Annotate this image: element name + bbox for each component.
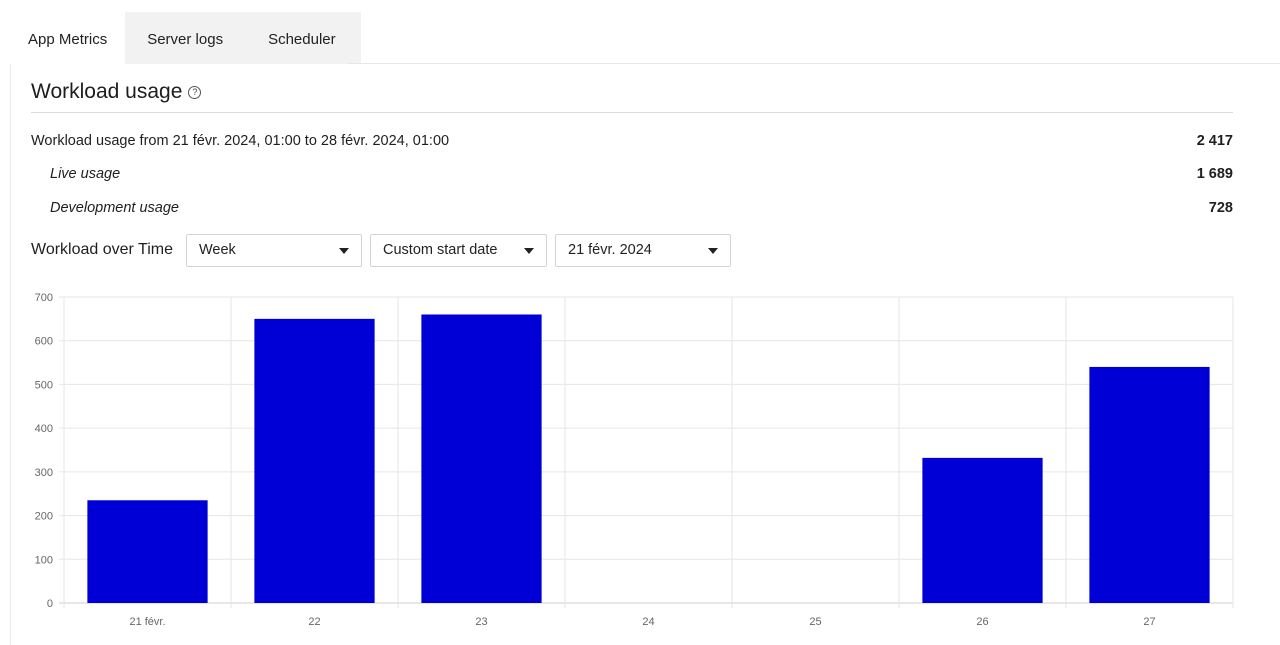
help-icon[interactable]: ? [188, 85, 202, 99]
caret-down-icon [339, 248, 349, 254]
period-select[interactable]: Week [186, 234, 362, 267]
bar[interactable] [1089, 366, 1210, 603]
x-tick-label: 26 [976, 616, 988, 628]
usage-summary-value: 2 417 [1196, 133, 1233, 149]
tab-server-logs[interactable]: Server logs [125, 12, 246, 64]
section-title-row: Workload usage ? [31, 80, 202, 104]
usage-summary-label: Workload usage from 21 févr. 2024, 01:00… [31, 133, 450, 149]
start-date-select-value: 21 févr. 2024 [568, 242, 652, 258]
title-divider [31, 112, 1233, 113]
y-tick-label: 300 [35, 467, 53, 479]
caret-down-icon [708, 248, 718, 254]
live-usage-label: Live usage [50, 166, 121, 182]
dev-usage-value: 728 [1208, 200, 1233, 216]
x-tick-label: 23 [475, 616, 487, 628]
tab-bar: App Metrics Server logs Scheduler [10, 12, 361, 64]
bar[interactable] [254, 318, 375, 603]
y-tick-label: 100 [35, 554, 53, 566]
bar[interactable] [421, 314, 542, 603]
tab-bar-divider [348, 63, 1280, 64]
tab-scheduler[interactable]: Scheduler [245, 12, 361, 64]
y-tick-label: 0 [47, 598, 53, 610]
start-mode-select-value: Custom start date [383, 242, 498, 258]
x-tick-label: 21 févr. [129, 616, 165, 628]
start-date-select[interactable]: 21 févr. 2024 [555, 234, 731, 267]
start-mode-select[interactable]: Custom start date [370, 234, 547, 267]
x-tick-label: 24 [642, 616, 654, 628]
x-tick-label: 22 [308, 616, 320, 628]
y-tick-label: 600 [35, 336, 53, 348]
period-select-value: Week [199, 242, 236, 258]
dev-usage-label: Development usage [50, 200, 179, 216]
caret-down-icon [524, 248, 534, 254]
x-tick-label: 27 [1143, 616, 1155, 628]
page-title: Workload usage [31, 80, 183, 103]
y-tick-label: 500 [35, 379, 53, 391]
workload-over-time-label: Workload over Time [31, 241, 173, 258]
y-tick-label: 400 [35, 423, 53, 435]
bar[interactable] [87, 500, 208, 603]
x-tick-label: 25 [809, 616, 821, 628]
y-tick-label: 700 [35, 292, 53, 304]
tab-app-metrics[interactable]: App Metrics [10, 12, 126, 64]
y-tick-label: 200 [35, 511, 53, 523]
bar[interactable] [922, 457, 1043, 603]
workload-bar-chart: 0 100 200 300 400 500 600 700 21 févr. 22 23 24 25 26… [35, 292, 1234, 628]
live-usage-value: 1 689 [1196, 166, 1233, 182]
